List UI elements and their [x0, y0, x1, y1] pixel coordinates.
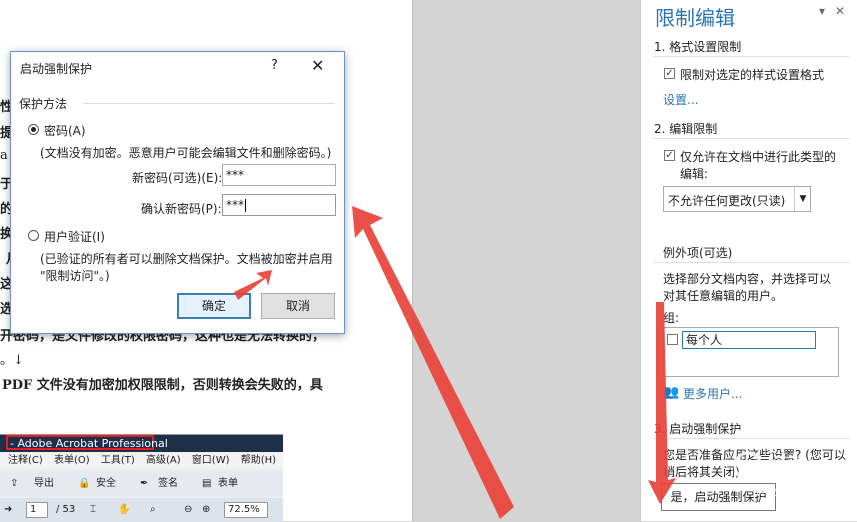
confirm-password-value: *** [226, 198, 244, 212]
acrobat-menu-item: 帮助(H) [240, 455, 277, 466]
form-tool: 表单 [218, 478, 238, 489]
more-users-link[interactable]: 更多用户... [683, 385, 742, 402]
chevron-down-icon[interactable]: ▾ [819, 4, 825, 18]
exceptions-description-2: 对其任意编辑的用户。 [663, 289, 784, 303]
close-icon[interactable]: ✕ [311, 56, 324, 75]
watermark-brand: 经验 [766, 454, 810, 480]
divider [653, 438, 849, 439]
ok-button[interactable]: 确定 [177, 293, 251, 319]
format-section-heading: 1. 格式设置限制 [654, 40, 742, 54]
pen-icon: ✒ [140, 478, 149, 489]
watermark-logo-icon [733, 451, 763, 481]
edit-section-heading: 2. 编辑限制 [654, 122, 718, 136]
form-icon: ▤ [202, 478, 212, 489]
password-description: (文档没有加密。恶意用户可能会编辑文件和删除密码。) [40, 146, 332, 160]
acrobat-menu-item: 高级(A) [145, 455, 181, 466]
security-tool: 安全 [96, 478, 116, 489]
watermark-site: jingyan.baidu.com [755, 486, 848, 497]
export-tool: 导出 [34, 478, 54, 489]
acrobat-title-bar: - Adobe Acrobat Professional [0, 435, 283, 452]
pane-title: 限制编辑 [655, 6, 735, 30]
settings-link[interactable]: 设置... [663, 91, 698, 108]
lock-icon: 🔒 [78, 478, 91, 489]
password-option-label[interactable]: 密码(A) [44, 122, 86, 139]
allow-editing-label-2: 编辑: [680, 167, 709, 181]
user-auth-description-2: "限制访问"。) [40, 269, 110, 283]
doc-line: 。↓ [0, 353, 24, 368]
apply-description-2: 稍后将其关闭) [663, 465, 740, 479]
acrobat-menu-item: 表单(O) [53, 455, 90, 466]
acrobat-nav-bar: ➜ 1 / 53 ⌶ ✋ ⌕ ⊖ ⊕ 72.5% [0, 498, 283, 522]
user-auth-description: (已验证的所有者可以删除文档保护。文档被加密并启用 [40, 252, 333, 266]
new-password-field[interactable]: *** [222, 164, 336, 186]
allow-editing-checkbox[interactable]: ✓ [664, 150, 675, 161]
page-number-field: 1 [26, 502, 48, 518]
exceptions-description: 选择部分文档内容，并选择可以 [663, 272, 832, 286]
dropdown-arrow-icon[interactable]: ▼ [794, 187, 811, 211]
zoom-tool-icon: ⌕ [150, 504, 156, 515]
group-divider [83, 103, 335, 104]
export-icon: ⇪ [10, 478, 19, 489]
help-button[interactable]: ? [271, 58, 278, 73]
enforce-protection-dialog: 启动强制保护 ? ✕ 保护方法 密码(A) (文档没有加密。恶意用户可能会编辑文… [10, 51, 345, 334]
zoom-in-icon: ⊕ [202, 504, 211, 515]
everyone-checkbox[interactable] [667, 334, 678, 345]
password-radio[interactable] [28, 124, 39, 135]
user-auth-radio[interactable] [28, 230, 39, 241]
acrobat-menu: 注释(C) 表单(O) 工具(T) 高级(A) 窗口(W) 帮助(H) [0, 453, 283, 469]
divider [653, 56, 849, 57]
cancel-button[interactable]: 取消 [261, 293, 335, 319]
watermark-check-icon [738, 458, 759, 475]
confirm-password-label: 确认新密码(P): [141, 202, 222, 216]
everyone-entry[interactable]: 每个人 [682, 331, 816, 349]
acrobat-menu-item: 工具(T) [100, 455, 135, 466]
zoom-field: 72.5% [224, 502, 268, 518]
zoom-out-icon: ⊖ [184, 504, 193, 515]
acrobat-menu-item: 窗口(W) [191, 455, 230, 466]
restrict-editing-pane: 限制编辑 ▾ ✕ 1. 格式设置限制 ✓ 限制对选定的样式设置格式 设置... … [640, 0, 857, 521]
close-icon[interactable]: ✕ [835, 4, 845, 18]
acrobat-title: - Adobe Acrobat Professional [10, 437, 168, 450]
users-icon: 👥 [663, 385, 680, 400]
edit-type-value: 不允许任何更改(只读) [668, 194, 786, 208]
baidu-jingyan-watermark: 经验 jingyan.baidu.com [733, 451, 848, 497]
enforce-section-heading: 3. 启动强制保护 [654, 422, 742, 436]
acrobat-screenshot: - Adobe Acrobat Professional 注释(C) 表单(O)… [0, 434, 283, 522]
limit-format-checkbox[interactable]: ✓ [664, 68, 675, 79]
new-password-label: 新密码(可选)(E): [132, 171, 223, 185]
allow-editing-label: 仅允许在文档中进行此类型的 [680, 150, 837, 164]
exceptions-heading: 例外项(可选) [663, 246, 733, 260]
group-label: 组: [663, 311, 680, 325]
protection-method-label: 保护方法 [19, 97, 68, 111]
limit-format-label: 限制对选定的样式设置格式 [680, 68, 825, 82]
hand-tool-icon: ✋ [118, 504, 131, 515]
divider [653, 138, 849, 139]
group-list: 每个人 [663, 327, 839, 377]
page-total: / 53 [56, 504, 76, 515]
select-tool-icon: ⌶ [90, 504, 96, 515]
edit-type-select[interactable]: 不允许任何更改(只读) ▼ [663, 186, 811, 212]
sign-tool: 签名 [158, 478, 178, 489]
confirm-password-field[interactable]: *** [222, 194, 336, 216]
divider [653, 262, 849, 263]
acrobat-menu-item: 注释(C) [8, 455, 43, 466]
user-auth-option-label[interactable]: 用户验证(I) [44, 228, 105, 245]
next-page-icon: ➜ [4, 504, 13, 515]
dialog-title: 启动强制保护 [20, 62, 93, 76]
text-caret [245, 199, 246, 212]
doc-line: PDF 文件没有加密加权限限制，否则转换会失败的，具 [2, 378, 323, 393]
acrobat-toolbar: ⇪ 导出 🔒 安全 ✒ 签名 ▤ 表单 [0, 471, 283, 497]
